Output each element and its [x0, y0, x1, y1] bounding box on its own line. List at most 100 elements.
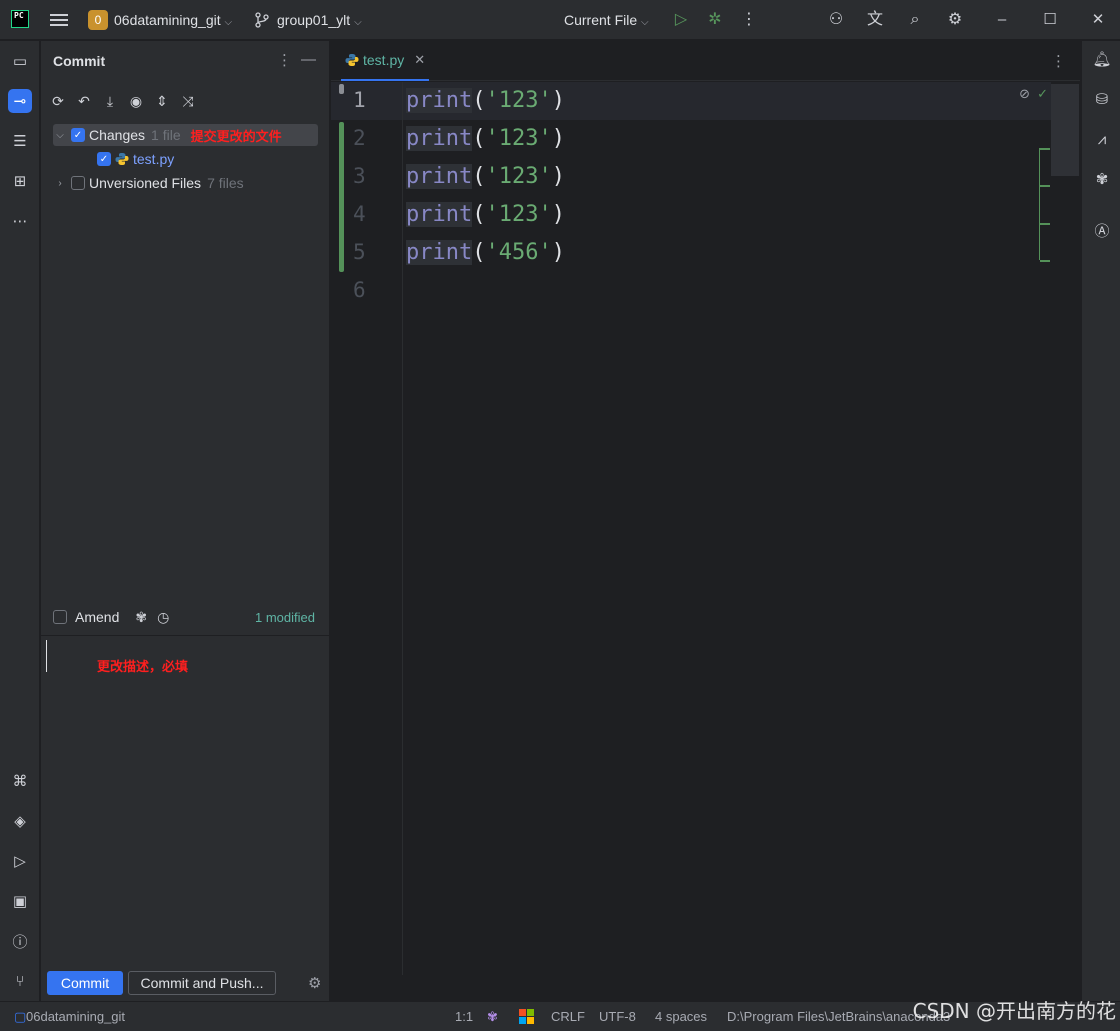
file-encoding[interactable]: UTF-8 [599, 1009, 636, 1024]
collapse-all-icon[interactable]: ⤨ [179, 91, 197, 111]
line-number[interactable]: 5 [353, 240, 383, 264]
terminal-icon[interactable]: ▣ [8, 889, 32, 913]
hide-panel-icon[interactable]: — [301, 51, 316, 68]
python-file-icon [115, 153, 129, 165]
ai-assistant-icon[interactable]: ✾ [135, 609, 147, 626]
git-icon[interactable]: ⑂ [8, 969, 32, 993]
rollback-icon[interactable]: ↶ [75, 91, 93, 111]
scroll-indicator [339, 84, 344, 94]
open-paren: ( [472, 240, 486, 265]
close-tab-icon[interactable]: ✕ [414, 52, 425, 68]
structure-icon[interactable]: ☰ [8, 129, 32, 153]
debug-icon[interactable]: ✲ [705, 10, 725, 30]
commit-options-gear-icon[interactable]: ⚙ [308, 974, 321, 992]
code-line[interactable]: print('123') [406, 120, 565, 158]
commit-message-input[interactable]: 更改描述，必填 [41, 635, 330, 965]
translate-icon[interactable]: 文 [865, 10, 885, 30]
line-number[interactable]: 2 [353, 126, 383, 150]
expand-chevron-icon[interactable]: ⌵ [53, 130, 67, 141]
line-number[interactable]: 3 [353, 164, 383, 188]
services-run-icon[interactable]: ▷ [8, 849, 32, 873]
amend-label: Amend [75, 609, 120, 625]
line-ending[interactable]: CRLF [551, 1009, 585, 1024]
project-selector[interactable]: 06datamining_git ⌵ [114, 12, 232, 28]
ai-status-icon[interactable]: ✾ [487, 1009, 498, 1025]
run-icon[interactable]: ▷ [671, 10, 691, 30]
tab-test-py[interactable]: test.py ✕ [341, 41, 430, 81]
shelve-download-icon[interactable]: ⤓ [101, 91, 119, 111]
editor-scrollbar[interactable] [1051, 84, 1079, 176]
close-paren: ) [551, 164, 565, 189]
open-paren: ( [472, 88, 486, 113]
search-icon[interactable]: ⌕ [905, 10, 925, 30]
expand-all-icon[interactable]: ⇕ [153, 91, 171, 111]
tab-options-icon[interactable]: ⋮ [1051, 52, 1066, 70]
minimize-window-icon[interactable]: – [992, 10, 1012, 30]
text-caret [46, 640, 47, 672]
settings-gear-icon[interactable]: ⚙ [945, 10, 965, 30]
line-number[interactable]: 4 [353, 202, 383, 226]
unversioned-checkbox[interactable] [71, 176, 85, 190]
line-number[interactable]: 6 [353, 278, 383, 302]
commit-tool-icon[interactable]: ⊸ [8, 89, 32, 113]
unversioned-count: 7 files [207, 175, 244, 191]
chevron-down-icon: ⌵ [224, 17, 233, 28]
show-diff-eye-icon[interactable]: ◉ [127, 91, 145, 111]
notifications-bell-icon[interactable]: 🔔︎ [1091, 49, 1113, 71]
modified-count[interactable]: 1 modified [255, 610, 315, 625]
refresh-icon[interactable]: ⟳ [49, 91, 67, 111]
unversioned-files-group[interactable]: › Unversioned Files 7 files [53, 172, 244, 194]
maximize-window-icon[interactable]: ☐ [1040, 10, 1060, 30]
changes-checkbox[interactable]: ✓ [71, 128, 85, 142]
amend-row: Amend ✾ ◷ 1 modified [53, 607, 323, 627]
grazie-text-icon[interactable]: Ⓐ [1091, 221, 1113, 243]
plugins-icon[interactable]: ⊞ [8, 169, 32, 193]
layers-icon[interactable]: ◈ [8, 809, 32, 833]
open-paren: ( [472, 126, 486, 151]
commit-button[interactable]: Commit [47, 971, 123, 995]
history-clock-icon[interactable]: ◷ [157, 609, 169, 626]
pycharm-logo-icon[interactable]: PC [11, 10, 29, 28]
branch-selector[interactable]: group01_ylt ⌵ [277, 12, 362, 28]
run-config-selector[interactable]: Current File ⌵ [564, 12, 649, 28]
close-paren: ) [551, 202, 565, 227]
code-line[interactable]: print('123') [406, 82, 565, 120]
tab-label: test.py [363, 52, 405, 68]
open-paren: ( [472, 202, 486, 227]
no-problems-check-icon[interactable]: ✓ [1037, 86, 1048, 102]
indent-setting[interactable]: 4 spaces [655, 1009, 707, 1024]
reader-mode-icon[interactable]: ⊘ [1019, 86, 1030, 102]
code-editor[interactable]: 123456 print('123') print('123') print('12… [331, 82, 1080, 975]
status-project-name[interactable]: 06datamining_git [26, 1009, 125, 1024]
ai-assistant-icon[interactable]: ✾ [1091, 169, 1113, 191]
project-badge[interactable]: 0 [88, 10, 108, 30]
caret-position[interactable]: 1:1 [455, 1009, 473, 1024]
vcs-change-marker[interactable] [339, 122, 344, 272]
amend-checkbox[interactable] [53, 610, 67, 624]
sciview-chart-icon[interactable]: ⩘ [1091, 129, 1113, 151]
panel-options-icon[interactable]: ⋮ [277, 51, 292, 69]
add-user-icon[interactable]: ⚇ [826, 10, 846, 30]
commit-and-push-button[interactable]: Commit and Push... [128, 971, 276, 995]
project-folder-icon[interactable]: ▭ [8, 49, 32, 73]
more-tools-icon[interactable]: ⋯ [8, 209, 32, 233]
file-row-test-py[interactable]: ✓ test.py [93, 148, 174, 170]
file-name: test.py [133, 151, 175, 167]
close-window-icon[interactable]: ✕ [1088, 10, 1108, 30]
main-menu-icon[interactable] [50, 12, 68, 28]
python-console-icon[interactable]: ⌘ [8, 769, 32, 793]
changes-group[interactable]: ⌵ ✓ Changes 1 file 提交更改的文件 [53, 124, 318, 146]
commit-panel: Commit ⋮ — ⟳ ↶ ⤓ ◉ ⇕ ⤨ ⌵ ✓ Changes 1 fil… [41, 41, 330, 1001]
expand-chevron-right-icon[interactable]: › [53, 178, 67, 189]
more-actions-icon[interactable]: ⋮ [739, 10, 759, 30]
problems-icon[interactable]: ⓘ [8, 929, 32, 953]
project-status-icon: ▢ [14, 1009, 27, 1024]
file-checkbox[interactable]: ✓ [97, 152, 111, 166]
code-line[interactable]: print('123') [406, 158, 565, 196]
title-bar: PC 0 06datamining_git ⌵ group01_ylt ⌵ Cu… [0, 0, 1120, 40]
code-line[interactable]: print('456') [406, 234, 565, 272]
database-icon[interactable]: ⛁ [1091, 89, 1113, 111]
changes-annotation: 提交更改的文件 [190, 128, 282, 144]
line-number[interactable]: 1 [353, 88, 383, 112]
code-line[interactable]: print('123') [406, 196, 565, 234]
